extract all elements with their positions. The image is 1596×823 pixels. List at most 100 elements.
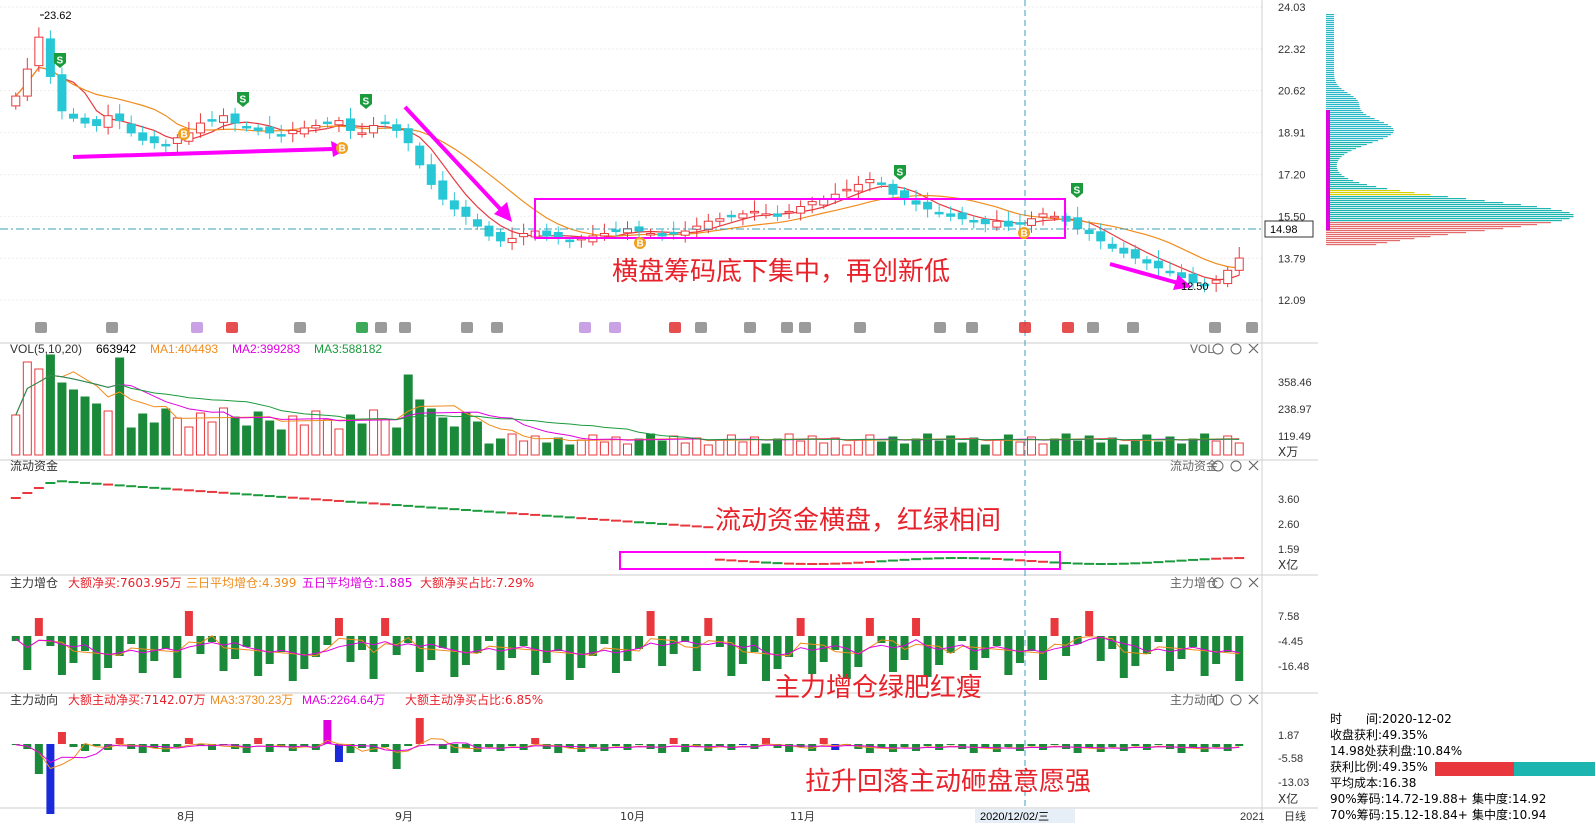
zlzc-bar-86 — [1004, 636, 1013, 675]
chip-bar — [1326, 222, 1551, 224]
close-icon-2[interactable] — [1248, 577, 1259, 588]
candle-body-11 — [138, 132, 148, 141]
high-price-label: 23.62 — [44, 10, 72, 22]
event-icon-24 — [1209, 322, 1221, 333]
zlzc-bar-36 — [427, 636, 436, 660]
chip-bar — [1326, 88, 1342, 90]
help-icon-1[interactable] — [1230, 460, 1242, 472]
chip-bar — [1326, 128, 1394, 130]
vol-bar-5 — [68, 389, 78, 456]
event-icon-15 — [781, 322, 793, 333]
candle-body-8 — [103, 115, 113, 128]
vol-right-label: VOL — [1190, 342, 1214, 356]
event-icon-21 — [1062, 322, 1074, 333]
help-icon-0[interactable] — [1230, 343, 1242, 355]
zlzc-bar-47 — [554, 636, 563, 651]
zldx-header: 主力动向 大额主动净买:7142.07万 MA3:3730.23万 MA5:22… — [10, 692, 1218, 707]
flow-box — [619, 551, 1061, 570]
zlzc-bar-44 — [519, 636, 528, 646]
chip-bar — [1326, 110, 1362, 112]
vol-bar-56 — [657, 440, 667, 456]
zlzc-bar-38 — [450, 636, 459, 677]
candle-body-99 — [1153, 260, 1163, 269]
candle-body-90 — [1050, 215, 1060, 219]
chip-bar — [1326, 44, 1334, 46]
candle-body-18 — [219, 115, 229, 123]
marker-letter-7: B — [637, 239, 644, 250]
flow-tick-1: 2.60 — [1278, 519, 1299, 531]
chip-bar — [1326, 112, 1364, 114]
xaxis-month-4: 2021 — [1240, 811, 1264, 823]
zlzc-bar-96 — [1119, 636, 1128, 678]
chip-bar — [1326, 98, 1356, 100]
help-icon-2[interactable] — [1230, 577, 1242, 589]
candle-body-105 — [1223, 269, 1233, 285]
vol-bar-89 — [1038, 443, 1048, 456]
zlzc-bar-106 — [1235, 636, 1244, 681]
close-icon-3[interactable] — [1248, 694, 1259, 705]
chip-bar — [1326, 198, 1467, 200]
chip-range-marker — [1326, 110, 1330, 230]
candle-body-38 — [449, 200, 459, 210]
chip-bar — [1326, 238, 1415, 240]
chip-bar — [1326, 202, 1504, 204]
chip-bar — [1326, 66, 1335, 68]
candle-body-41 — [484, 225, 494, 237]
chip-bar — [1326, 206, 1538, 208]
chip-bar — [1326, 138, 1384, 140]
zldx-bar-57 — [669, 738, 678, 744]
zlzc-header: 主力增仓 大额净买:7603.95万 三日平均增仓:4.399 五日平均增仓:1… — [10, 575, 1218, 590]
zlzc-bar-65 — [762, 636, 771, 681]
candlestick-series — [11, 27, 1244, 293]
candle-body-9 — [115, 113, 125, 122]
event-icon-16 — [799, 322, 811, 333]
chip-bar — [1326, 14, 1334, 16]
vol-bar-70 — [819, 442, 829, 456]
zlzc-bar-104 — [1212, 636, 1221, 664]
zldx-bar-70 — [819, 738, 828, 744]
chip-bar — [1326, 218, 1570, 220]
candle-body-58 — [680, 230, 690, 236]
vol-bar-35 — [415, 399, 425, 456]
chip-bar — [1326, 26, 1334, 28]
chip-bar — [1326, 192, 1415, 194]
zlzc-bar-43 — [508, 636, 517, 658]
event-icon-3 — [226, 322, 238, 333]
marker-letter-2: S — [363, 97, 370, 108]
close-icon-1[interactable] — [1248, 460, 1259, 471]
zlzc-bar-81 — [946, 636, 955, 653]
zlzc-v2: 三日平均增仓:4.399 — [186, 576, 296, 590]
close-icon-0[interactable] — [1248, 343, 1259, 354]
zlzc-bar-8 — [104, 636, 113, 668]
settings-icon-0[interactable] — [1212, 343, 1224, 355]
zlzc-tick-1: -4.45 — [1278, 636, 1303, 648]
vol-bar-73 — [853, 439, 863, 456]
chip-bar — [1326, 232, 1467, 234]
event-icon-13 — [695, 322, 707, 333]
candle-body-19 — [230, 113, 240, 124]
period-label[interactable]: 日线 — [1284, 809, 1306, 823]
vol-bar-66 — [773, 438, 783, 456]
zldx-bar-81 — [946, 744, 955, 745]
zlzc-bar-100 — [1165, 636, 1174, 671]
help-icon-3[interactable] — [1230, 694, 1242, 706]
event-icon-12 — [669, 322, 681, 333]
chip-bar — [1326, 194, 1431, 196]
zldx-bar-28 — [334, 744, 343, 762]
vol-bar-39 — [461, 412, 471, 456]
zlzc-bar-10 — [127, 636, 136, 644]
vol-bar-50 — [588, 434, 598, 456]
candle-body-25 — [299, 127, 309, 135]
zldx-bar-32 — [381, 744, 390, 747]
chip-bar — [1326, 104, 1360, 106]
event-icon-9 — [491, 322, 503, 333]
vol-ma2: MA2:399283 — [232, 342, 300, 356]
chip-time: 时 间:2020-12-02 — [1330, 712, 1452, 726]
chip-bar — [1326, 92, 1348, 94]
vol-bar-49 — [576, 439, 586, 456]
marker-letter-6: B — [339, 144, 346, 155]
zlzc-bar-27 — [323, 636, 332, 645]
event-icon-7 — [399, 322, 411, 333]
flow-unit: X亿 — [1278, 557, 1298, 572]
chip-bar — [1326, 52, 1334, 54]
